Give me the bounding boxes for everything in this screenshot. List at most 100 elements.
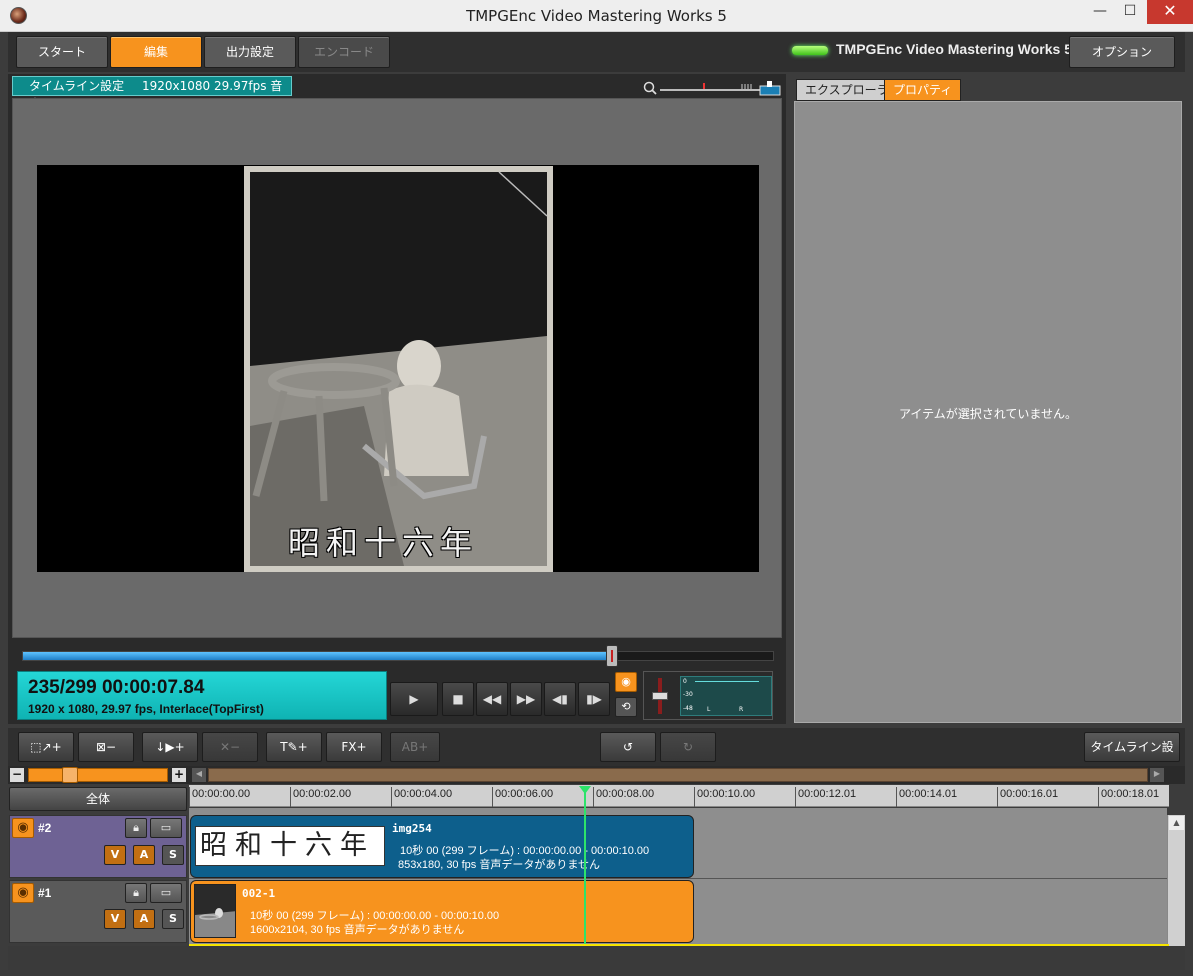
rewind-button[interactable]: ◀◀ [476, 682, 508, 716]
ruler-tick: 00:00:16.01 [997, 787, 1058, 807]
add-clip-icon: ⬚↗+ [30, 740, 62, 754]
zoom-out-button[interactable]: − [10, 768, 24, 782]
timeline-vertical-scrollbar[interactable]: ▲ ▼ [1167, 815, 1185, 965]
maximize-button[interactable]: ☐ [1115, 0, 1145, 24]
meter-label-r: R [739, 706, 744, 713]
timeline-horizontal-scrollbar[interactable] [208, 768, 1148, 782]
stop-button[interactable]: ■ [442, 682, 474, 716]
mode-edit-button[interactable]: 編集 [110, 36, 202, 68]
add-text-button[interactable]: T✎+ [266, 732, 322, 762]
track-label: #2 [38, 821, 52, 835]
play-button[interactable]: ▶ [390, 682, 438, 716]
video-format-info: 1920 x 1080, 29.97 fps, Interlace(TopFir… [28, 702, 264, 716]
brand-name: TMPGEnc Video Mastering Works 5 [836, 41, 1072, 57]
photo-image [244, 166, 553, 572]
delete-clip-button[interactable]: ✕− [202, 732, 258, 762]
track-audio-toggle[interactable]: A [133, 909, 155, 929]
track-video-toggle[interactable]: V [104, 845, 126, 865]
preview-zoom-control[interactable] [642, 80, 782, 96]
thumbnail-caption: 昭和十六年 [200, 830, 375, 861]
scroll-left-button[interactable]: ◀ [192, 768, 206, 782]
delete-clip-icon: ✕− [219, 740, 241, 754]
scroll-up-button[interactable]: ▲ [1169, 816, 1184, 830]
undo-button[interactable]: ↺ [600, 732, 656, 762]
ruler-tick: 00:00:04.00 [391, 787, 452, 807]
show-all-button[interactable]: 全体 [9, 787, 187, 811]
mode-encode-button[interactable]: エンコード [298, 36, 390, 68]
zoom-in-button[interactable]: + [172, 768, 186, 782]
photo-caption: 昭和十六年 [288, 524, 479, 562]
track-divider [189, 878, 1167, 879]
next-frame-button[interactable]: ▮▶ [578, 682, 610, 716]
track-mode-button[interactable]: ▭ [150, 818, 182, 838]
options-button[interactable]: オプション [1069, 36, 1175, 68]
window-title: TMPGEnc Video Mastering Works 5 [466, 7, 727, 25]
timeline-settings-tag[interactable]: タイムライン設定 1920x1080 29.97fps 音声 2ch [12, 76, 292, 111]
track-visibility-button[interactable]: ◉ [12, 818, 34, 838]
timeline-tag-title: タイムライン設定 [29, 79, 125, 93]
clip-name: img254 [392, 822, 432, 835]
ruler-tick: 00:00:18.01 [1098, 787, 1159, 807]
lock-icon: 🔒︎ [133, 886, 139, 899]
insert-clip-button[interactable]: ↓▶+ [142, 732, 198, 762]
track-label: #1 [38, 886, 52, 900]
fast-forward-icon: ▶▶ [516, 692, 536, 706]
mode-start-button[interactable]: スタート [16, 36, 108, 68]
play-icon: ▶ [409, 692, 419, 706]
audio-toggle-button[interactable]: ◉ [615, 672, 637, 692]
clip-name: 002-1 [242, 887, 276, 900]
stop-icon: ■ [452, 692, 464, 706]
lock-icon: 🔒︎ [133, 821, 139, 834]
meter-label-top: 0 [683, 678, 687, 685]
timeline-settings-button[interactable]: タイムライン設定 [1084, 732, 1180, 782]
timeline-zoom-slider[interactable] [28, 768, 168, 782]
track-mode-button[interactable]: ▭ [150, 883, 182, 903]
clip-format: 853x180, 30 fps 音声データがありません [398, 859, 601, 871]
meter-label-bottom: -48 [683, 705, 693, 712]
close-button[interactable]: ✕ [1147, 0, 1193, 24]
loop-button[interactable]: ⟲ [615, 697, 637, 717]
loop-icon: ⟲ [621, 700, 631, 713]
insert-clip-icon: ↓▶+ [155, 740, 185, 754]
status-bar [8, 946, 1185, 970]
preview-photo: 昭和十六年 [244, 166, 553, 572]
track-visibility-button[interactable]: ◉ [12, 883, 34, 903]
add-clip-button[interactable]: ⬚↗+ [18, 732, 74, 762]
redo-button[interactable]: ↻ [660, 732, 716, 762]
track-audio-toggle[interactable]: A [133, 845, 155, 865]
transition-button[interactable]: AB+ [390, 732, 440, 762]
track-lock-button[interactable]: 🔒︎ [125, 818, 147, 838]
mode-output-button[interactable]: 出力設定 [204, 36, 296, 68]
clip-format: 1600x2104, 30 fps 音声データがありません [250, 924, 465, 936]
ruler-tick: 00:00:00.00 [189, 787, 250, 807]
remove-clip-button[interactable]: ⊠− [78, 732, 134, 762]
clip-thumbnail [194, 884, 236, 938]
screen-icon: ▭ [160, 821, 172, 834]
screen-icon: ▭ [160, 886, 172, 899]
track-solo-toggle[interactable]: S [162, 909, 184, 929]
minimize-button[interactable]: — [1085, 0, 1115, 24]
app-icon[interactable] [10, 7, 27, 24]
track-video-toggle[interactable]: V [104, 909, 126, 929]
ruler-tick: 00:00:02.00 [290, 787, 351, 807]
title-bar: TMPGEnc Video Mastering Works 5 [0, 0, 1193, 32]
prev-frame-button[interactable]: ◀▮ [544, 682, 576, 716]
timeline-zoom-handle[interactable] [62, 767, 78, 783]
tab-properties[interactable]: プロパティ [884, 79, 962, 101]
add-effect-button[interactable]: FX+ [326, 732, 382, 762]
chevron-right-icon: ▶ [1153, 769, 1161, 778]
clip-thumbnail: 昭和十六年 [195, 826, 385, 866]
seek-handle[interactable] [606, 645, 618, 667]
fast-forward-button[interactable]: ▶▶ [510, 682, 542, 716]
track-solo-toggle[interactable]: S [162, 845, 184, 865]
track-lock-button[interactable]: 🔒︎ [125, 883, 147, 903]
scroll-right-button[interactable]: ▶ [1150, 768, 1164, 782]
playhead[interactable] [584, 786, 586, 946]
eye-icon: ◉ [17, 885, 29, 900]
ruler-tick: 00:00:14.01 [896, 787, 957, 807]
ruler-tick: 00:00:06.00 [492, 787, 553, 807]
volume-slider[interactable] [652, 692, 668, 700]
chevron-left-icon: ◀ [195, 769, 203, 778]
status-led-icon [792, 46, 828, 55]
audio-meter: 0 -30 -48 L R [680, 676, 772, 716]
